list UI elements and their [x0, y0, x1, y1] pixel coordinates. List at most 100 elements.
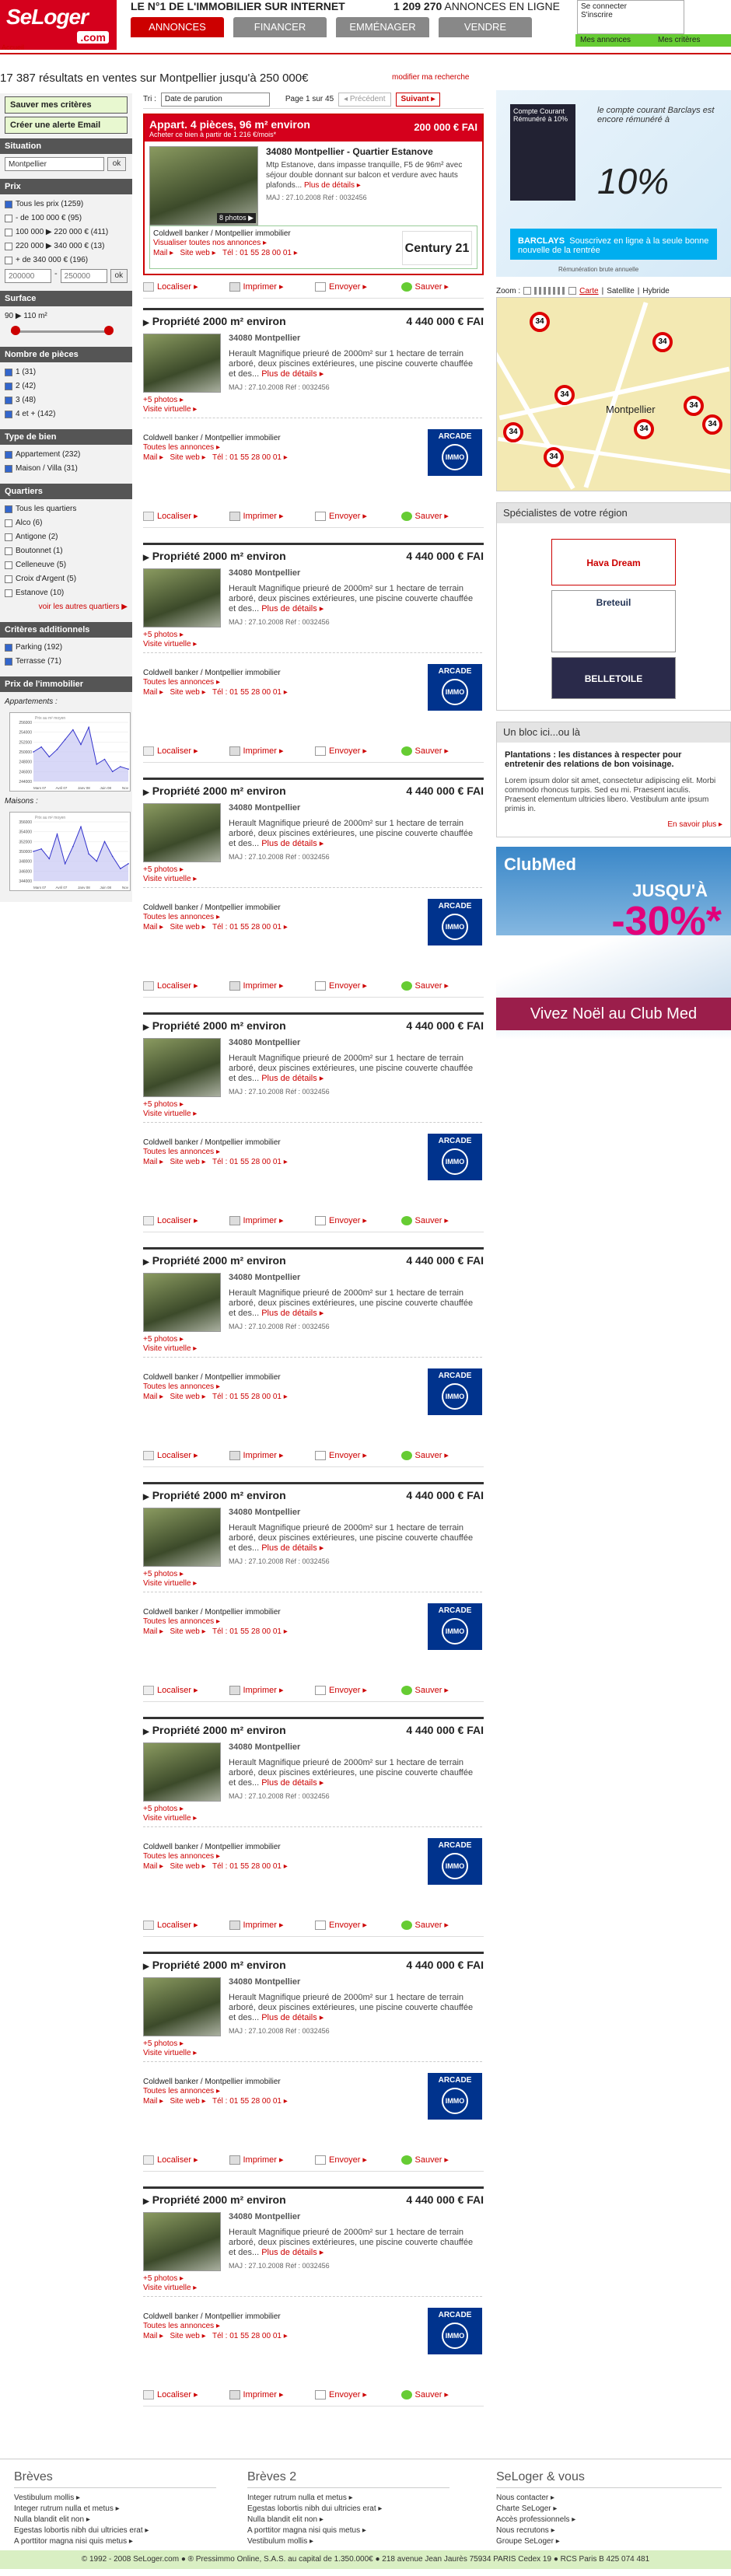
price-filter-all[interactable]: Tous les prix (1259) [5, 197, 128, 211]
checkbox[interactable] [5, 243, 12, 250]
rooms-filter-1[interactable]: 1 (31) [5, 365, 128, 379]
more-photos-link[interactable]: +5 photos ▸ [143, 631, 184, 639]
district-filter[interactable]: Alco (6) [5, 516, 128, 530]
phone-link[interactable]: Tél : 01 55 28 00 01 ▸ [212, 2097, 288, 2106]
save-criteria-button[interactable]: Sauver mes critères [5, 96, 128, 114]
footer-link[interactable]: Nous recrutons ▸ [496, 2525, 722, 2536]
checkbox[interactable] [5, 519, 12, 527]
district-filter[interactable]: Estanove (10) [5, 586, 128, 600]
listing-photo[interactable] [143, 568, 221, 627]
website-link[interactable]: Site web ▸ [170, 1158, 205, 1166]
print-button[interactable]: Imprimer ▸ [229, 1920, 313, 1930]
tab-emmenager[interactable]: EMMÉNAGER [336, 17, 429, 37]
send-button[interactable]: Envoyer ▸ [315, 1920, 398, 1930]
modify-search-link[interactable]: modifier ma recherche [392, 73, 469, 82]
mail-link[interactable]: Mail ▸ [143, 688, 163, 697]
footer-link[interactable]: Egestas lobortis nibh dui ultricies erat… [247, 2504, 449, 2515]
district-filter[interactable]: Celleneuve (5) [5, 558, 128, 572]
see-all-districts-link[interactable]: voir les autres quartiers ▶ [5, 600, 128, 614]
listing-photo[interactable] [143, 2212, 221, 2271]
localiser-button[interactable]: Localiser ▸ [143, 1685, 226, 1695]
phone-link[interactable]: Tél : 01 55 28 00 01 ▸ [212, 2332, 288, 2340]
belletoile-logo[interactable]: BELLETOILE [551, 657, 676, 699]
send-button[interactable]: Envoyer ▸ [315, 2155, 398, 2165]
send-button[interactable]: Envoyer ▸ [315, 1450, 398, 1460]
localiser-button[interactable]: Localiser ▸ [143, 2389, 226, 2399]
phone-link[interactable]: Tél : 01 55 28 00 01 ▸ [212, 1158, 288, 1166]
more-photos-link[interactable]: +5 photos ▸ [143, 1805, 184, 1813]
tab-annonces[interactable]: ANNONCES [131, 17, 224, 37]
prev-page-button[interactable]: ◂ Précédent [338, 92, 391, 107]
send-button[interactable]: Envoyer ▸ [315, 2389, 398, 2399]
slider-max-handle[interactable] [104, 326, 114, 335]
map-pin[interactable]: 34 [702, 414, 722, 435]
save-button[interactable]: Sauver ▸ [400, 281, 484, 292]
price-min-input[interactable] [5, 269, 51, 283]
zoom-slider[interactable] [534, 287, 566, 295]
listing-photo[interactable] [143, 1273, 221, 1332]
phone-link[interactable]: Tél : 01 55 28 00 01 ▸ [212, 923, 288, 931]
checkbox[interactable] [5, 505, 12, 513]
localiser-button[interactable]: Localiser ▸ [143, 2155, 226, 2165]
price-max-input[interactable] [60, 269, 107, 283]
checkbox[interactable] [5, 383, 12, 390]
rooms-filter-4[interactable]: 4 et + (142) [5, 407, 128, 421]
breteuil-logo[interactable]: Breteuil [551, 590, 676, 652]
price-filter-3[interactable]: 220 000 ▶ 340 000 € (13) [5, 239, 128, 253]
more-photos-link[interactable]: +5 photos ▸ [143, 1570, 184, 1578]
website-link[interactable]: Site web ▸ [170, 688, 205, 697]
footer-link[interactable]: Integer rutrum nulla et metus ▸ [247, 2493, 449, 2504]
localiser-button[interactable]: Localiser ▸ [143, 1450, 226, 1460]
send-button[interactable]: Envoyer ▸ [315, 746, 398, 756]
send-button[interactable]: Envoyer ▸ [315, 511, 398, 521]
map-view-hybride[interactable]: Hybride [642, 287, 669, 295]
website-link[interactable]: Site web ▸ [170, 1627, 205, 1636]
localiser-button[interactable]: Localiser ▸ [143, 281, 226, 292]
footer-link[interactable]: Vestibulum mollis ▸ [14, 2493, 216, 2504]
barclays-ad[interactable]: Compte Courant Rémunéré à 10% le compte … [496, 90, 731, 277]
connect-link[interactable]: Se connecter [581, 2, 680, 11]
website-link[interactable]: Site web ▸ [170, 923, 205, 931]
arcade-logo[interactable]: ARCADE IMMO [428, 2308, 482, 2354]
footer-link[interactable]: Accès professionnels ▸ [496, 2515, 722, 2525]
save-button[interactable]: Sauver ▸ [400, 1450, 484, 1460]
clubmed-ad[interactable]: ClubMed JUSQU'À -30%* Vivez Noël au Club… [496, 847, 731, 1040]
website-link[interactable]: Site web ▸ [170, 1393, 205, 1401]
save-button[interactable]: Sauver ▸ [400, 1920, 484, 1930]
checkbox[interactable] [5, 229, 12, 236]
results-map[interactable]: Montpellier 34 34 34 34 34 34 34 34 [496, 297, 731, 491]
arcade-logo[interactable]: ARCADE IMMO [428, 1134, 482, 1180]
checkbox[interactable] [5, 575, 12, 583]
more-photos-link[interactable]: +5 photos ▸ [143, 2274, 184, 2283]
arcade-logo[interactable]: ARCADE IMMO [428, 1368, 482, 1415]
featured-photo[interactable]: 8 photos ▶ [149, 146, 258, 225]
save-button[interactable]: Sauver ▸ [400, 2155, 484, 2165]
checkbox[interactable] [5, 397, 12, 404]
mail-link[interactable]: Mail ▸ [143, 923, 163, 931]
save-button[interactable]: Sauver ▸ [400, 746, 484, 756]
bloc-more-link[interactable]: En savoir plus ▸ [505, 820, 722, 829]
phone-link[interactable]: Tél : 01 55 28 00 01 ▸ [212, 1627, 288, 1636]
listing-photo[interactable] [143, 803, 221, 862]
mail-link[interactable]: Mail ▸ [143, 453, 163, 462]
footer-link[interactable]: Groupe SeLoger ▸ [496, 2536, 722, 2547]
localiser-button[interactable]: Localiser ▸ [143, 1920, 226, 1930]
map-pin[interactable]: 34 [503, 422, 523, 442]
virtual-tour-link[interactable]: Visite virtuelle ▸ [143, 405, 197, 414]
century21-logo[interactable]: Century 21 [402, 231, 472, 265]
checkbox[interactable] [5, 201, 12, 208]
listing-title[interactable]: Propriété 2000 m² environ [143, 1724, 286, 1736]
localiser-button[interactable]: Localiser ▸ [143, 746, 226, 756]
arcade-logo[interactable]: ARCADE IMMO [428, 429, 482, 476]
send-button[interactable]: Envoyer ▸ [315, 980, 398, 991]
save-button[interactable]: Sauver ▸ [400, 511, 484, 521]
surface-slider[interactable] [5, 323, 128, 339]
footer-link[interactable]: Egestas lobortis nibh dui ultricies erat… [14, 2525, 216, 2536]
virtual-tour-link[interactable]: Visite virtuelle ▸ [143, 1579, 197, 1588]
mail-link[interactable]: Mail ▸ [143, 1393, 163, 1401]
seloger-logo[interactable]: SeLoger .com [0, 0, 117, 50]
price-filter-4[interactable]: + de 340 000 € (196) [5, 253, 128, 267]
mail-link[interactable]: Mail ▸ [143, 2097, 163, 2106]
my-ads-menu[interactable]: Mes annonces [575, 34, 653, 47]
save-button[interactable]: Sauver ▸ [400, 980, 484, 991]
